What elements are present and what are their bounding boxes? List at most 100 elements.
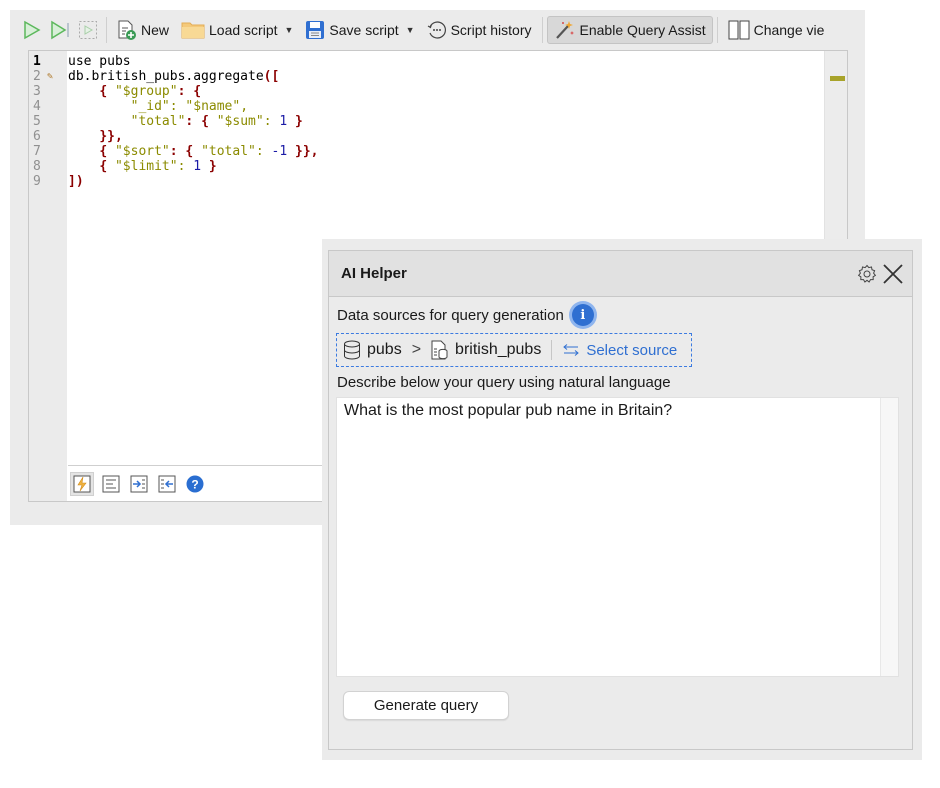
help-button[interactable]: ? (184, 473, 206, 495)
code-token: { (99, 84, 115, 99)
script-history-button[interactable]: Script history (421, 16, 538, 44)
code-token: ]) (68, 174, 84, 189)
svg-text:?: ? (191, 477, 198, 491)
settings-button[interactable] (854, 261, 880, 287)
enable-query-assist-label: Enable Query Assist (579, 22, 706, 38)
code-token: "$limit": (114, 159, 194, 174)
code-token: { (99, 144, 115, 159)
load-script-label: Load script (209, 22, 278, 38)
change-view-button[interactable]: Change vie (722, 16, 825, 44)
script-history-label: Script history (450, 22, 532, 38)
natural-language-query-input[interactable]: What is the most popular pub name in Bri… (336, 397, 899, 677)
pencil-icon: ✎ (47, 71, 54, 82)
collection-name[interactable]: british_pubs (455, 341, 541, 359)
collection-icon (431, 340, 449, 360)
format-text-button[interactable] (100, 473, 122, 495)
code-line: "_id": "$name", (68, 99, 817, 114)
code-token: } (287, 114, 303, 129)
query-scrollbar[interactable] (880, 398, 898, 676)
generate-query-button[interactable]: Generate query (343, 691, 509, 720)
breadcrumb-separator: > (411, 341, 422, 358)
outdent-button[interactable] (156, 473, 178, 495)
line-number: 6 (33, 129, 41, 144)
save-script-button[interactable]: Save script ▼ (299, 16, 420, 44)
code-token: ([ (263, 69, 280, 84)
enable-query-assist-button[interactable]: Enable Query Assist (546, 16, 713, 44)
line-number: 1 (33, 54, 41, 69)
run-to-line-button[interactable] (48, 16, 74, 44)
select-source-link[interactable]: Select source (562, 342, 677, 359)
code-line: db.british_pubs.aggregate([ (68, 69, 817, 84)
database-icon (343, 340, 361, 360)
database-name[interactable]: pubs (367, 341, 402, 359)
new-script-button[interactable]: New (111, 16, 175, 44)
run-icon (22, 20, 42, 40)
close-icon (882, 263, 904, 285)
code-line: use pubs (68, 54, 817, 69)
ai-helper-panel: AI Helper Data sources for query generat… (322, 239, 922, 760)
query-code-button[interactable] (70, 471, 94, 496)
run-to-line-icon (50, 20, 72, 40)
code-token: : { (185, 114, 217, 129)
toolbar-separator (716, 17, 718, 43)
folder-icon (181, 20, 205, 40)
code-token: "$sum": (216, 114, 280, 129)
describe-query-label: Describe below your query using natural … (337, 373, 671, 391)
line-number: 4 (33, 99, 41, 114)
line-number: 9 (33, 174, 41, 189)
change-marker[interactable] (830, 76, 845, 81)
swap-arrows-icon (562, 344, 580, 356)
code-token: 1 (193, 159, 202, 174)
code-line: "total": { "$sum": 1 } (68, 114, 817, 129)
ai-helper-header: AI Helper (329, 251, 912, 297)
line-number: 8 (33, 159, 41, 174)
query-code-icon (73, 475, 91, 493)
line-number: 2 ✎ (33, 69, 54, 84)
chevron-down-icon: ▼ (405, 25, 415, 35)
format-text-icon (102, 475, 120, 493)
close-button[interactable] (880, 261, 906, 287)
ai-helper-body: Data sources for query generation i pubs… (329, 297, 912, 720)
change-view-label: Change vie (753, 22, 825, 38)
select-source-label: Select source (586, 341, 678, 359)
line-number-gutter: 1 2 ✎ 3 4 5 6 7 8 9 (29, 51, 67, 501)
info-icon[interactable]: i (571, 304, 594, 326)
code-token: "$sort" (114, 144, 170, 159)
code-line: { "$group": { (68, 84, 817, 99)
code-token: }}, (287, 144, 319, 159)
code-token: -1 (271, 144, 288, 159)
code-token: "total" (130, 114, 186, 129)
code-token: db.british_pubs.aggregate (68, 69, 264, 84)
indent-button[interactable] (128, 473, 150, 495)
history-icon (427, 20, 447, 40)
run-button[interactable] (10, 16, 48, 44)
query-text[interactable]: What is the most popular pub name in Bri… (344, 402, 672, 420)
line-number: 5 (33, 114, 41, 129)
code-line: { "$sort": { "total": -1 }}, (68, 144, 817, 159)
new-document-icon (117, 19, 137, 41)
load-script-button[interactable]: Load script ▼ (175, 16, 299, 44)
code-token: : { (177, 84, 202, 99)
chevron-down-icon: ▼ (284, 25, 294, 35)
split-view-icon (728, 20, 750, 40)
new-label: New (141, 22, 170, 38)
run-selection-button[interactable] (74, 16, 102, 44)
run-selection-icon (78, 20, 98, 40)
data-source-selector: pubs > british_pubs Select source (336, 333, 693, 367)
code-token: "$group" (114, 84, 178, 99)
divider (551, 340, 553, 360)
help-icon: ? (186, 475, 204, 493)
outdent-icon (158, 475, 176, 493)
save-script-label: Save script (329, 22, 399, 38)
gear-icon (857, 264, 877, 284)
code-token: "_id": "$name", (130, 99, 249, 114)
code-token: { (99, 159, 115, 174)
panel-title: AI Helper (341, 265, 407, 282)
code-token: use pubs (68, 54, 131, 69)
toolbar-separator (106, 17, 107, 43)
